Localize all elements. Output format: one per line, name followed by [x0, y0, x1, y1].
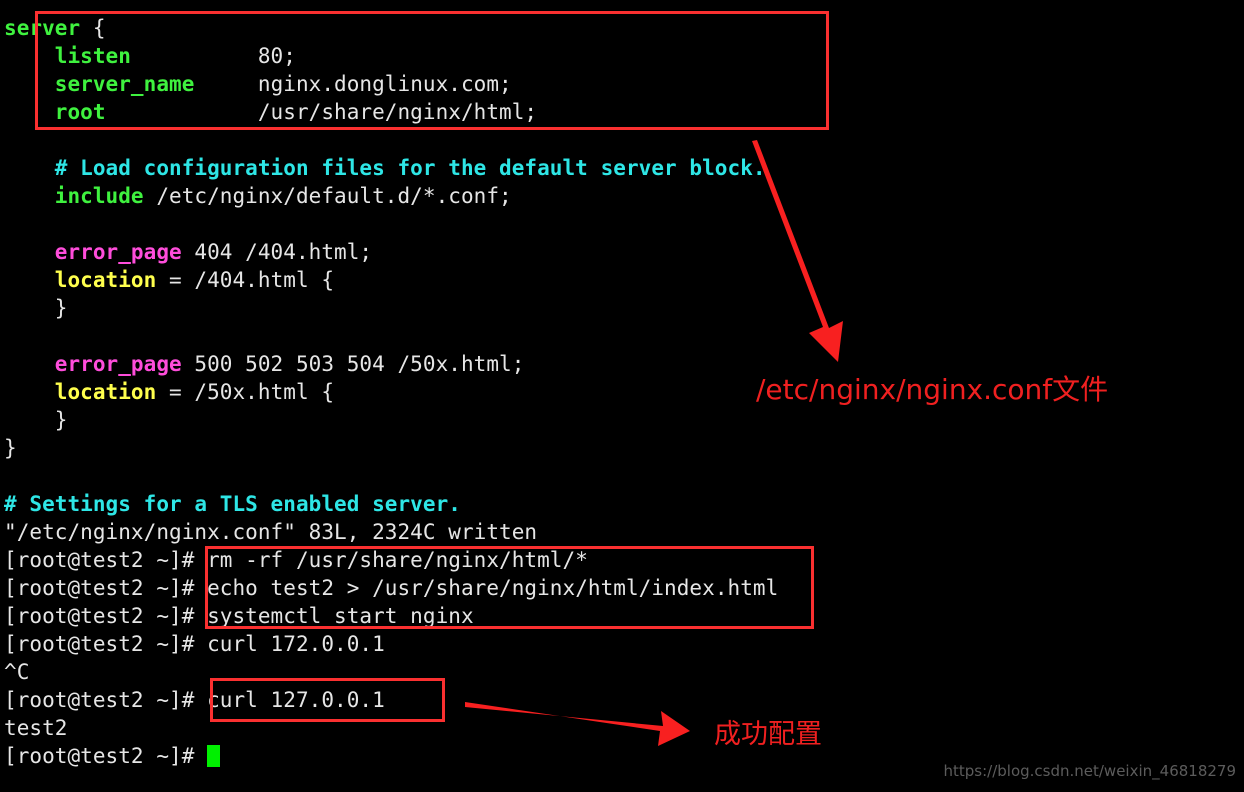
config-text: {: [80, 16, 106, 40]
shell-output: ^C: [4, 660, 30, 684]
config-text: 500 502 503 504 /50x.html;: [181, 352, 525, 376]
config-text: 404 /404.html;: [181, 240, 373, 264]
config-text: }: [4, 436, 17, 460]
config-line: }: [4, 294, 68, 322]
shell-line[interactable]: [root@test2 ~]#: [4, 742, 221, 770]
shell-line[interactable]: [root@test2 ~]# curl 127.0.0.1: [4, 686, 385, 714]
shell-line[interactable]: ^C: [4, 658, 29, 686]
config-text: # Load configuration files for the defau…: [4, 156, 766, 180]
config-line: }: [4, 434, 17, 462]
config-line: location = /50x.html {: [4, 378, 334, 406]
config-text: server_name: [4, 72, 195, 96]
shell-prompt: [root@test2 ~]#: [4, 604, 208, 628]
vim-status-text: "/etc/nginx/nginx.conf" 83L, 2324C writt…: [4, 520, 538, 544]
terminal-screenshot: server { listen 80; server_name nginx.do…: [0, 0, 1244, 792]
shell-output: test2: [4, 716, 68, 740]
config-text: /usr/share/nginx/html;: [105, 100, 538, 124]
config-line: error_page 404 /404.html;: [4, 238, 372, 266]
config-text: = /404.html {: [156, 268, 335, 292]
config-line: # Load configuration files for the defau…: [4, 154, 766, 182]
shell-prompt: [root@test2 ~]#: [4, 548, 208, 572]
config-text: = /50x.html {: [156, 380, 335, 404]
config-text: error_page: [4, 352, 182, 376]
shell-command: curl 172.0.0.1: [207, 632, 385, 656]
shell-line[interactable]: [root@test2 ~]# rm -rf /usr/share/nginx/…: [4, 546, 588, 574]
config-text: }: [4, 408, 68, 432]
shell-prompt: [root@test2 ~]#: [4, 576, 208, 600]
config-line: server {: [4, 14, 106, 42]
shell-command: rm -rf /usr/share/nginx/html/*: [207, 548, 588, 572]
config-text: location: [4, 380, 157, 404]
config-line: error_page 500 502 503 504 /50x.html;: [4, 350, 525, 378]
shell-line[interactable]: [root@test2 ~]# systemctl start nginx: [4, 602, 474, 630]
config-line: server_name nginx.donglinux.com;: [4, 70, 512, 98]
shell-prompt: [root@test2 ~]#: [4, 744, 208, 768]
shell-line[interactable]: test2: [4, 714, 67, 742]
shell-prompt: [root@test2 ~]#: [4, 688, 208, 712]
config-text: }: [4, 296, 68, 320]
config-line: include /etc/nginx/default.d/*.conf;: [4, 182, 512, 210]
config-text: error_page: [4, 240, 182, 264]
config-line: listen 80;: [4, 42, 296, 70]
config-line: # Settings for a TLS enabled server.: [4, 490, 461, 518]
config-text: /etc/nginx/default.d/*.conf;: [143, 184, 512, 208]
config-text: root: [4, 100, 106, 124]
annotation-label-config-file: /etc/nginx/nginx.conf文件: [756, 373, 1109, 406]
config-text: server: [4, 16, 81, 40]
config-line: location = /404.html {: [4, 266, 334, 294]
config-text: 80;: [130, 44, 296, 68]
config-text: location: [4, 268, 157, 292]
shell-prompt: [root@test2 ~]#: [4, 632, 208, 656]
vim-status-line: "/etc/nginx/nginx.conf" 83L, 2324C writt…: [4, 518, 537, 546]
shell-line[interactable]: [root@test2 ~]# echo test2 > /usr/share/…: [4, 574, 778, 602]
config-line: }: [4, 406, 68, 434]
config-line: root /usr/share/nginx/html;: [4, 98, 537, 126]
shell-command: systemctl start nginx: [207, 604, 474, 628]
shell-line[interactable]: [root@test2 ~]# curl 172.0.0.1: [4, 630, 385, 658]
config-text: # Settings for a TLS enabled server.: [4, 492, 461, 516]
shell-command: curl 127.0.0.1: [207, 688, 385, 712]
config-text: nginx.donglinux.com;: [194, 72, 512, 96]
shell-command: echo test2 > /usr/share/nginx/html/index…: [207, 576, 779, 600]
watermark: https://blog.csdn.net/weixin_46818279: [943, 762, 1236, 780]
config-text: include: [4, 184, 144, 208]
annotation-label-success: 成功配置: [714, 719, 822, 750]
config-text: listen: [4, 44, 131, 68]
terminal-cursor: [207, 745, 221, 767]
